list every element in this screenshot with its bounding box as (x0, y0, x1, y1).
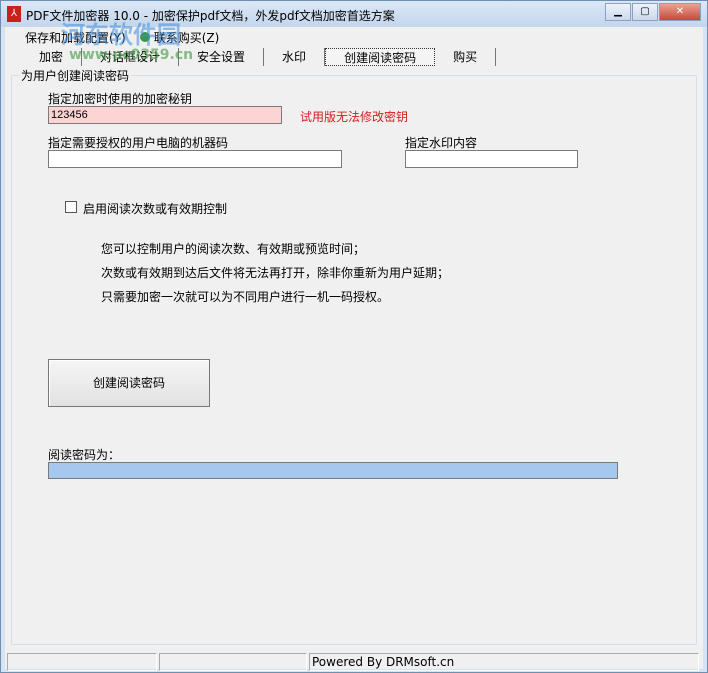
tab-create-read-password[interactable]: 创建阅读密码 (325, 48, 436, 66)
tab-dialog-design[interactable]: 对话框设计 (82, 48, 180, 66)
info-line: 次数或有效期到达后文件将无法再打开，除非你重新为用户延期； (101, 266, 450, 280)
maximize-button[interactable]: ▢ (632, 3, 658, 21)
result-label: 阅读密码为： (48, 448, 121, 462)
menu-label: 保存和加载配置(Y) (25, 30, 126, 45)
menu-bar: 保存和加载配置(Y) 联系购买(Z) (5, 27, 703, 47)
key-label: 指定加密时使用的加密秘钥 (48, 92, 193, 106)
info-line: 只需要加密一次就可以为不同用户进行一机一码授权。 (101, 290, 390, 304)
tab-security[interactable]: 安全设置 (179, 48, 265, 66)
tab-bar: 加密 对话框设计 安全设置 水印 创建阅读密码 购买 (21, 48, 497, 68)
menu-save-load-config[interactable]: 保存和加载配置(Y) (25, 29, 126, 46)
close-button[interactable]: ✕ (659, 3, 701, 21)
password-result-field[interactable] (48, 462, 618, 479)
trial-warning: 试用版无法修改密钥 (300, 110, 409, 124)
contact-icon (139, 32, 150, 42)
limit-checkbox-label[interactable]: 启用阅读次数或有效期控制 (83, 200, 227, 217)
info-line: 您可以控制用户的阅读次数、有效期或预览时间； (101, 242, 366, 256)
watermark-content-input[interactable] (405, 150, 578, 168)
key-input[interactable] (48, 106, 282, 124)
group-title: 为用户创建阅读密码 (19, 67, 132, 84)
app-window: ⅄ PDF文件加密器 10.0 - 加密保护pdf文档，外发pdf文档加密首选方… (0, 0, 708, 673)
tab-watermark[interactable]: 水印 (264, 48, 326, 66)
menu-label: 联系购买(Z) (153, 30, 220, 45)
machine-code-input[interactable] (48, 150, 342, 168)
machine-code-label: 指定需要授权的用户电脑的机器码 (48, 136, 229, 150)
client-area: 保存和加载配置(Y) 联系购买(Z) 加密 对话框设计 安全设置 水印 创建阅读… (5, 27, 703, 671)
title-bar: ⅄ PDF文件加密器 10.0 - 加密保护pdf文档，外发pdf文档加密首选方… (1, 1, 707, 27)
minimize-button[interactable]: ▁ (605, 3, 631, 21)
status-panel (159, 653, 307, 671)
status-powered-by: Powered By DRMsoft.cn (309, 653, 699, 671)
status-panel (7, 653, 157, 671)
watermark-content-label: 指定水印内容 (405, 136, 478, 150)
tab-buy[interactable]: 购买 (435, 48, 497, 66)
tab-encrypt[interactable]: 加密 (21, 48, 83, 66)
pdf-app-icon: ⅄ (7, 6, 21, 22)
menu-contact-buy[interactable]: 联系购买(Z) (139, 29, 220, 46)
limit-checkbox[interactable] (65, 201, 77, 213)
window-title: PDF文件加密器 10.0 - 加密保护pdf文档，外发pdf文档加密首选方案 (26, 9, 395, 23)
status-bar: Powered By DRMsoft.cn (7, 653, 701, 671)
create-read-password-button[interactable]: 创建阅读密码 (48, 359, 210, 407)
